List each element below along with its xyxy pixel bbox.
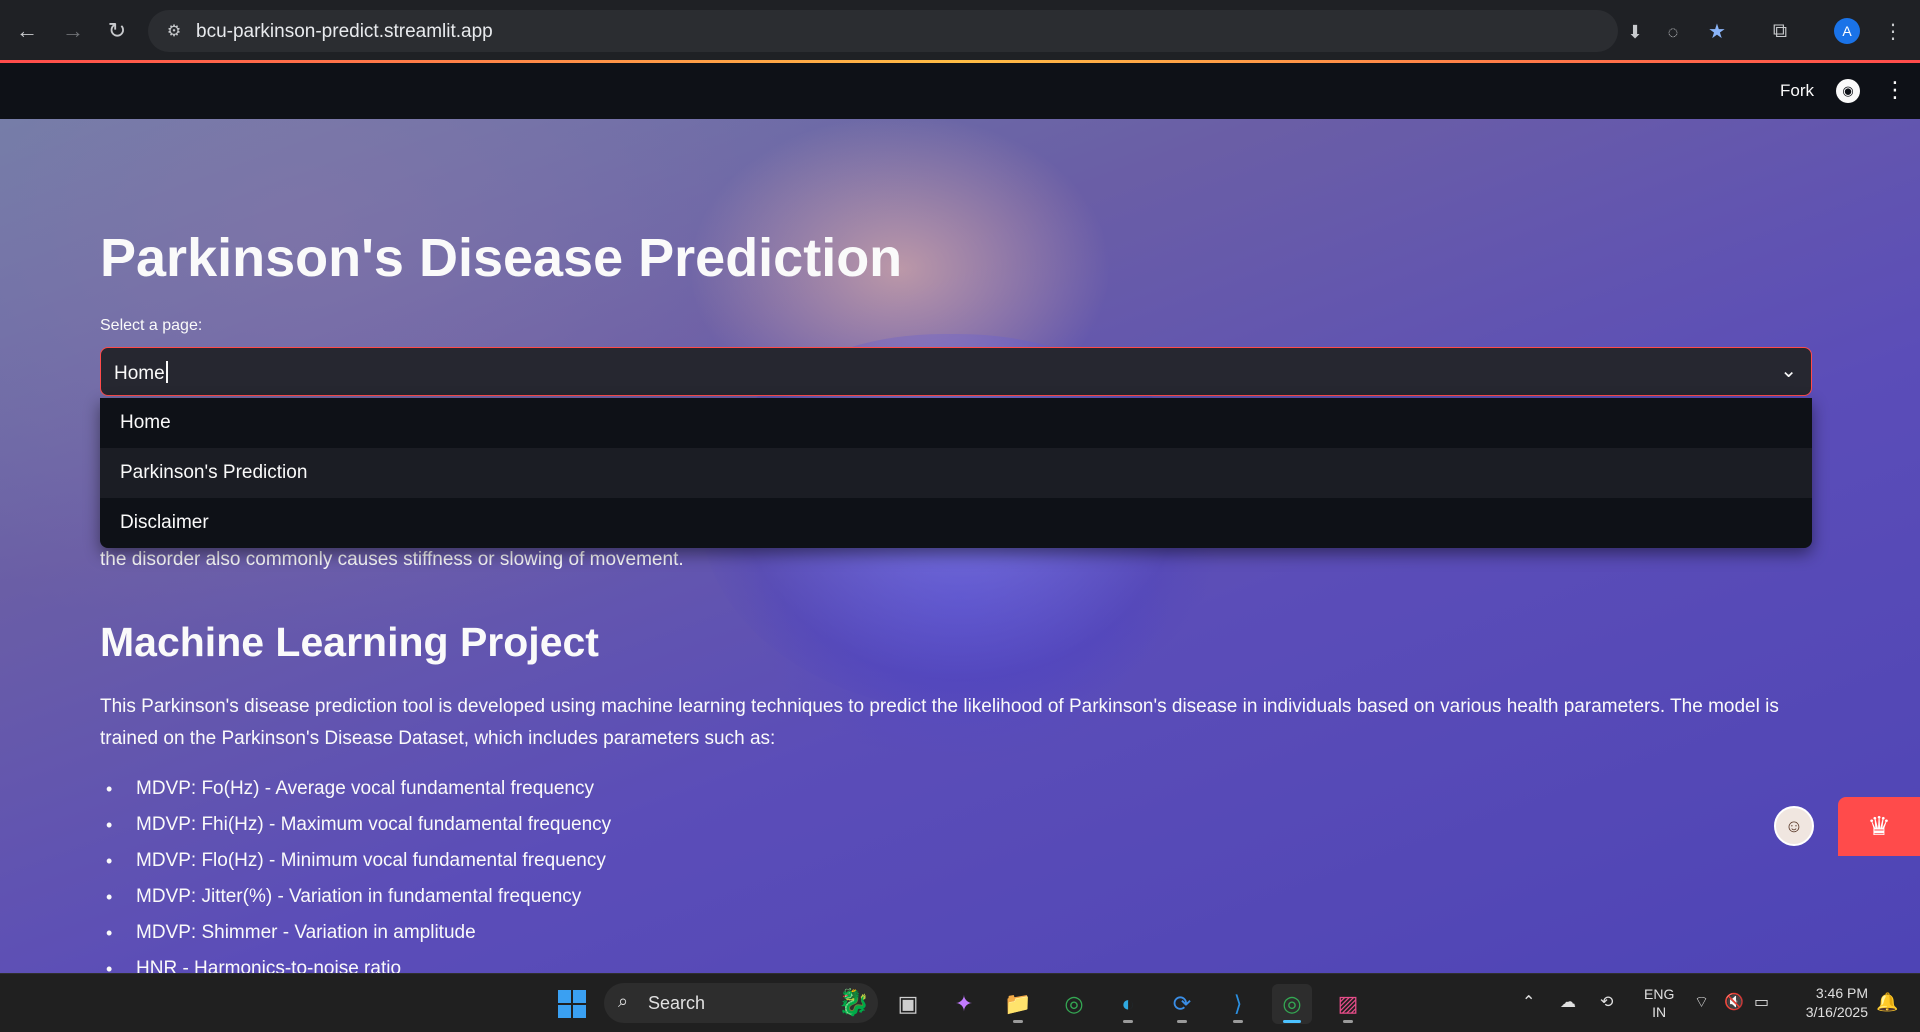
creator-avatar[interactable]: ☺ <box>1774 806 1814 846</box>
notification-bell-icon[interactable]: 🔔 <box>1876 992 1898 1013</box>
browser-menu-icon[interactable]: ⋮ <box>1878 16 1908 46</box>
page-title: Parkinson's Disease Prediction <box>100 228 903 288</box>
option-disclaimer[interactable]: Disclaimer <box>100 498 1812 548</box>
site-settings-icon[interactable]: ⚙ <box>162 19 186 43</box>
battery-icon[interactable]: ▭ <box>1754 992 1769 1012</box>
onedrive-icon[interactable]: ☁ <box>1560 992 1576 1012</box>
app-main: Parkinson's Disease Prediction Select a … <box>0 119 1920 973</box>
list-item: • MDVP: Shimmer - Variation in amplitude <box>106 922 476 943</box>
list-item: • MDVP: Fo(Hz) - Average vocal fundamenta… <box>106 778 594 799</box>
photos-icon[interactable]: ▨ <box>1328 984 1368 1024</box>
search-highlight-icon: 🐉 <box>837 987 870 1017</box>
chevron-down-icon[interactable]: ⌄ <box>1780 358 1797 383</box>
parameter-list: • MDVP: Fo(Hz) - Average vocal fundamenta… <box>100 771 1800 973</box>
list-item: • MDVP: Fhi(Hz) - Maximum vocal fundament… <box>106 814 612 835</box>
search-icon: ⌕ <box>618 991 629 1011</box>
install-app-icon[interactable]: ⬇ <box>1622 19 1648 45</box>
address-bar[interactable]: ⚙ bcu-parkinson-predict.streamlit.app ⬇ … <box>148 10 1678 52</box>
intro-paragraph: the disorder also commonly causes stiffn… <box>100 549 684 570</box>
list-item: • MDVP: Jitter(%) - Variation in fundamen… <box>106 886 582 907</box>
app-header: Fork ◉ ⋮ <box>0 63 1920 119</box>
select-label: Select a page: <box>100 317 203 334</box>
sync-icon[interactable]: ⟲ <box>1600 992 1613 1012</box>
bookmark-star-icon[interactable]: ★ <box>1702 16 1732 46</box>
extensions-icon[interactable]: ⧉ <box>1765 16 1795 46</box>
page-select[interactable]: Home ⌄ <box>100 347 1812 396</box>
reload-icon[interactable]: ↻ <box>100 14 134 48</box>
taskbar-search[interactable]: ⌕ Search 🐉 <box>604 983 878 1023</box>
task-view-icon[interactable]: ▣ <box>888 984 928 1024</box>
list-item: • HNR - Harmonics-to-noise ratio <box>106 958 402 973</box>
streamlit-crown-icon[interactable]: ♛ <box>1838 797 1920 856</box>
chrome-icon[interactable]: ◎ <box>1054 984 1094 1024</box>
system-clock[interactable]: 3:46 PM 3/16/2025 <box>1790 984 1868 1022</box>
chrome-profile-icon[interactable]: ◎ <box>1272 984 1312 1024</box>
select-dropdown: Home Parkinson's Prediction Disclaimer <box>100 398 1812 548</box>
language-indicator[interactable]: ENG IN <box>1644 985 1674 1021</box>
profile-avatar[interactable]: A <box>1834 18 1860 44</box>
fork-button[interactable]: Fork <box>1780 81 1814 101</box>
copilot-icon[interactable]: ✦ <box>944 984 984 1024</box>
remote-app-icon[interactable]: ⟳ <box>1162 984 1202 1024</box>
browser-toolbar: ← → ↻ ⚙ bcu-parkinson-predict.streamlit.… <box>0 0 1920 63</box>
section-title: Machine Learning Project <box>100 619 599 665</box>
back-icon[interactable]: ← <box>10 14 44 48</box>
select-value[interactable]: Home <box>114 361 168 385</box>
github-icon[interactable]: ◉ <box>1836 79 1860 103</box>
url-text: bcu-parkinson-predict.streamlit.app <box>196 21 493 42</box>
vscode-icon[interactable]: ⟩ <box>1218 984 1258 1024</box>
show-hidden-icons-icon[interactable]: ⌃ <box>1522 992 1535 1012</box>
list-item: • MDVP: Flo(Hz) - Minimum vocal fundament… <box>106 850 606 871</box>
forward-icon[interactable]: → <box>56 14 90 48</box>
windows-start-icon[interactable] <box>558 990 586 1018</box>
volume-muted-icon[interactable]: 🔇 <box>1724 992 1744 1012</box>
option-parkinsons-prediction[interactable]: Parkinson's Prediction <box>100 448 1812 498</box>
option-home[interactable]: Home <box>100 398 1812 448</box>
main-menu-icon[interactable]: ⋮ <box>1884 77 1906 103</box>
wifi-icon[interactable]: ⌔ <box>1694 992 1709 1012</box>
taskbar: ⌕ Search 🐉 ▣ ✦ 📁 ◎ ◐ ⟳ ⟩ ◎ ▨ ⌃ ☁ ⟲ ENG I… <box>0 973 1920 1032</box>
taskbar-search-label: Search <box>648 993 706 1013</box>
eye-off-icon[interactable]: ◌ <box>1660 19 1686 45</box>
edge-icon[interactable]: ◐ <box>1108 984 1148 1024</box>
section-paragraph: This Parkinson's disease prediction tool… <box>100 696 1779 749</box>
file-explorer-icon[interactable]: 📁 <box>998 984 1038 1024</box>
